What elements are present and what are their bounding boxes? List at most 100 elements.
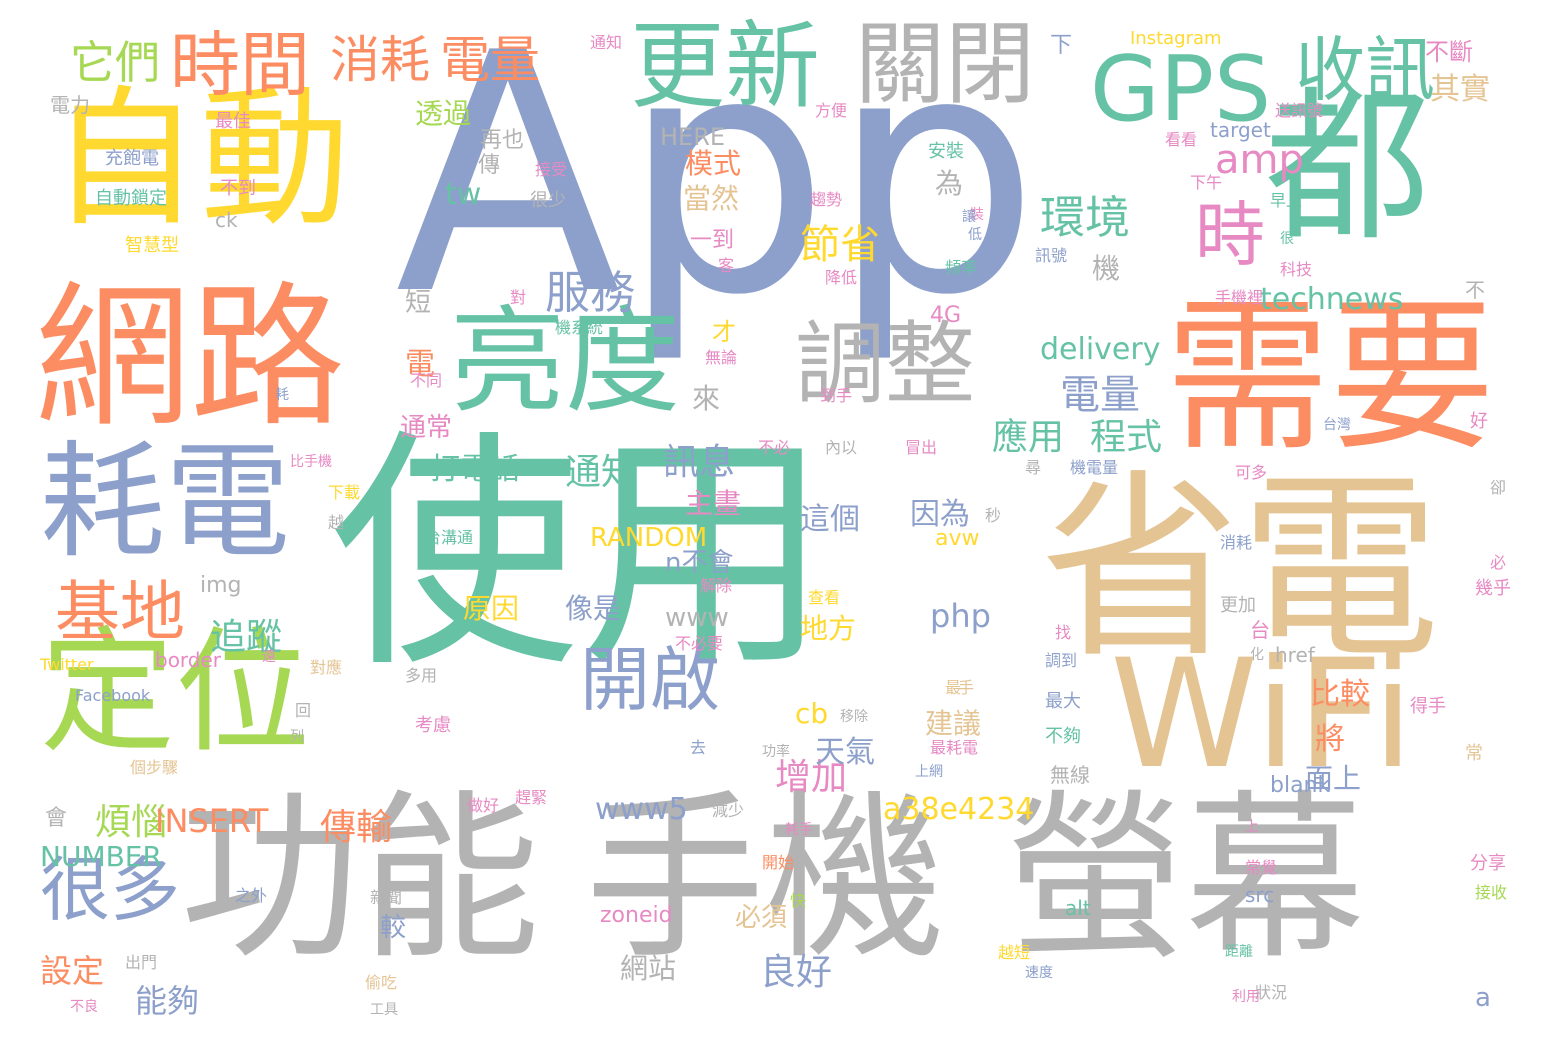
cloud-word: 安裝 [928,141,964,162]
cloud-word: 原因 [463,592,520,625]
cloud-word: 電量 [1060,372,1140,418]
cloud-word: 再也 [480,128,525,153]
cloud-word: 建議 [925,707,982,740]
cloud-word: 才 [712,318,736,346]
cloud-word: 機 [1092,252,1121,285]
word-cloud: App 使用 功能 手機 螢幕 省電 WiFi 自動 網路都需要 耗電 定位 亮度 更新 關閉 GPS 收訊調… [0,0,1548,1052]
cloud-word: n不會 [665,548,734,578]
cloud-word: 多用 [405,666,438,685]
cloud-word: 常 [1465,743,1483,764]
cloud-word: alt [1065,896,1091,920]
cloud-word: 早上 [1270,191,1303,210]
cloud-word: 模式 [685,147,742,180]
cloud-word: 不必 [758,438,791,457]
cloud-word: 找 [1055,623,1072,642]
cloud-word: 節省 [800,222,880,268]
cloud-word: 可多 [1235,463,1268,482]
cloud-word: 工具 [370,1002,398,1018]
cloud-word: border [155,648,222,672]
cloud-word: INSERT [155,802,269,840]
cloud-word: img [200,573,242,598]
cloud-word: 打電話 [430,452,520,487]
cloud-word: 機電量 [1070,458,1119,477]
cloud-word: 良好 [760,952,833,993]
cloud-word: 主畫 [685,487,742,520]
cloud-word: 接收 [1475,883,1508,902]
cloud-word: 速度 [1025,965,1053,981]
cloud-word: HERE [660,123,726,151]
cloud-word: 網站 [620,952,677,985]
cloud-word: a38e4234 [883,792,1035,827]
cloud-word: 耗 [275,387,289,403]
cloud-word: 不到 [220,178,256,199]
cloud-word: 很 [1280,231,1294,247]
cloud-word: technews [1260,282,1404,317]
cloud-word: 方便 [815,101,848,120]
cloud-word: 個步驟 [130,758,179,777]
cloud-word: 去 [690,738,707,757]
cloud-word: 地方 [800,612,857,645]
cloud-word: 訊息 [663,442,736,483]
cloud-word: 智慧型 [125,235,179,256]
cloud-word: 最耗電 [930,738,979,757]
cloud-word: 尋 [1025,458,1042,477]
cloud-word: 服務 [545,266,636,319]
cloud-word: 不同 [410,371,443,390]
cloud-word: 最佳 [215,111,251,132]
cloud-word: src [1245,883,1275,907]
cloud-word: 必 [1490,553,1507,572]
cloud-word: 做好 [467,796,500,815]
cloud-word: 分享 [1470,853,1506,874]
cloud-word: 設定 [40,952,105,990]
cloud-word: 訊號 [1035,246,1068,265]
cloud-word: 它們 [70,36,161,89]
cloud-word: 開始 [762,853,795,872]
cloud-word: delivery [1040,332,1161,367]
cloud-word: 下午 [1190,173,1223,192]
cloud-word: 通知 [565,452,638,493]
cloud-word: 客 [718,256,735,275]
cloud-word: 當然 [683,182,740,215]
cloud-word: 趨勢 [810,190,843,209]
cloud-word: 這個 [800,502,860,537]
cloud-word: 看看 [1165,130,1198,149]
cloud-word: Twitter [40,655,94,674]
cloud-word: 無論 [705,348,738,367]
cloud-word: 無線 [1050,763,1090,787]
cloud-word: 螢幕 [1005,775,1366,984]
cloud-word: 台灣 [1323,417,1351,433]
cloud-word: 冒出 [905,438,938,457]
cloud-word: 電力 [50,93,90,117]
cloud-word: 電量 [440,31,540,89]
cloud-word: 時間 [170,24,310,106]
cloud-word: 查看 [808,588,841,607]
cloud-word: 自動 [50,73,351,247]
cloud-word: 台溝通 [425,528,474,547]
cloud-word: 對應 [310,658,343,677]
cloud-word: 消耗 [1220,533,1253,552]
cloud-word: tw [445,177,482,212]
cloud-word: amp [1215,137,1304,183]
cloud-word: 不必要 [675,634,724,653]
cloud-word: 好 [1470,411,1488,432]
cloud-word: 常覺 [1245,858,1278,877]
cloud-word: 讓 [962,209,976,225]
cloud-word: 充飽電 [105,148,159,169]
cloud-word: 接受 [535,160,568,179]
cloud-word: 台 [1250,618,1270,642]
cloud-word: 收訊 [1295,29,1435,111]
cloud-word: 上 [1245,819,1259,835]
cloud-word: 機系統 [555,318,604,337]
cloud-word: 不 [1465,278,1485,302]
cloud-word: 關閉 [855,12,1035,117]
cloud-word: www [665,603,729,633]
cloud-word: 上網 [915,764,943,780]
cloud-word: 回 [295,701,312,720]
cloud-word: 趕緊 [515,788,548,807]
cloud-word: 最大 [1045,691,1081,712]
cloud-word: 化 [1250,647,1264,663]
cloud-word: href [1275,643,1315,667]
cloud-word: 更新 [630,12,821,122]
cloud-word: 比較 [1310,677,1370,712]
cloud-word: 能夠 [135,982,200,1020]
